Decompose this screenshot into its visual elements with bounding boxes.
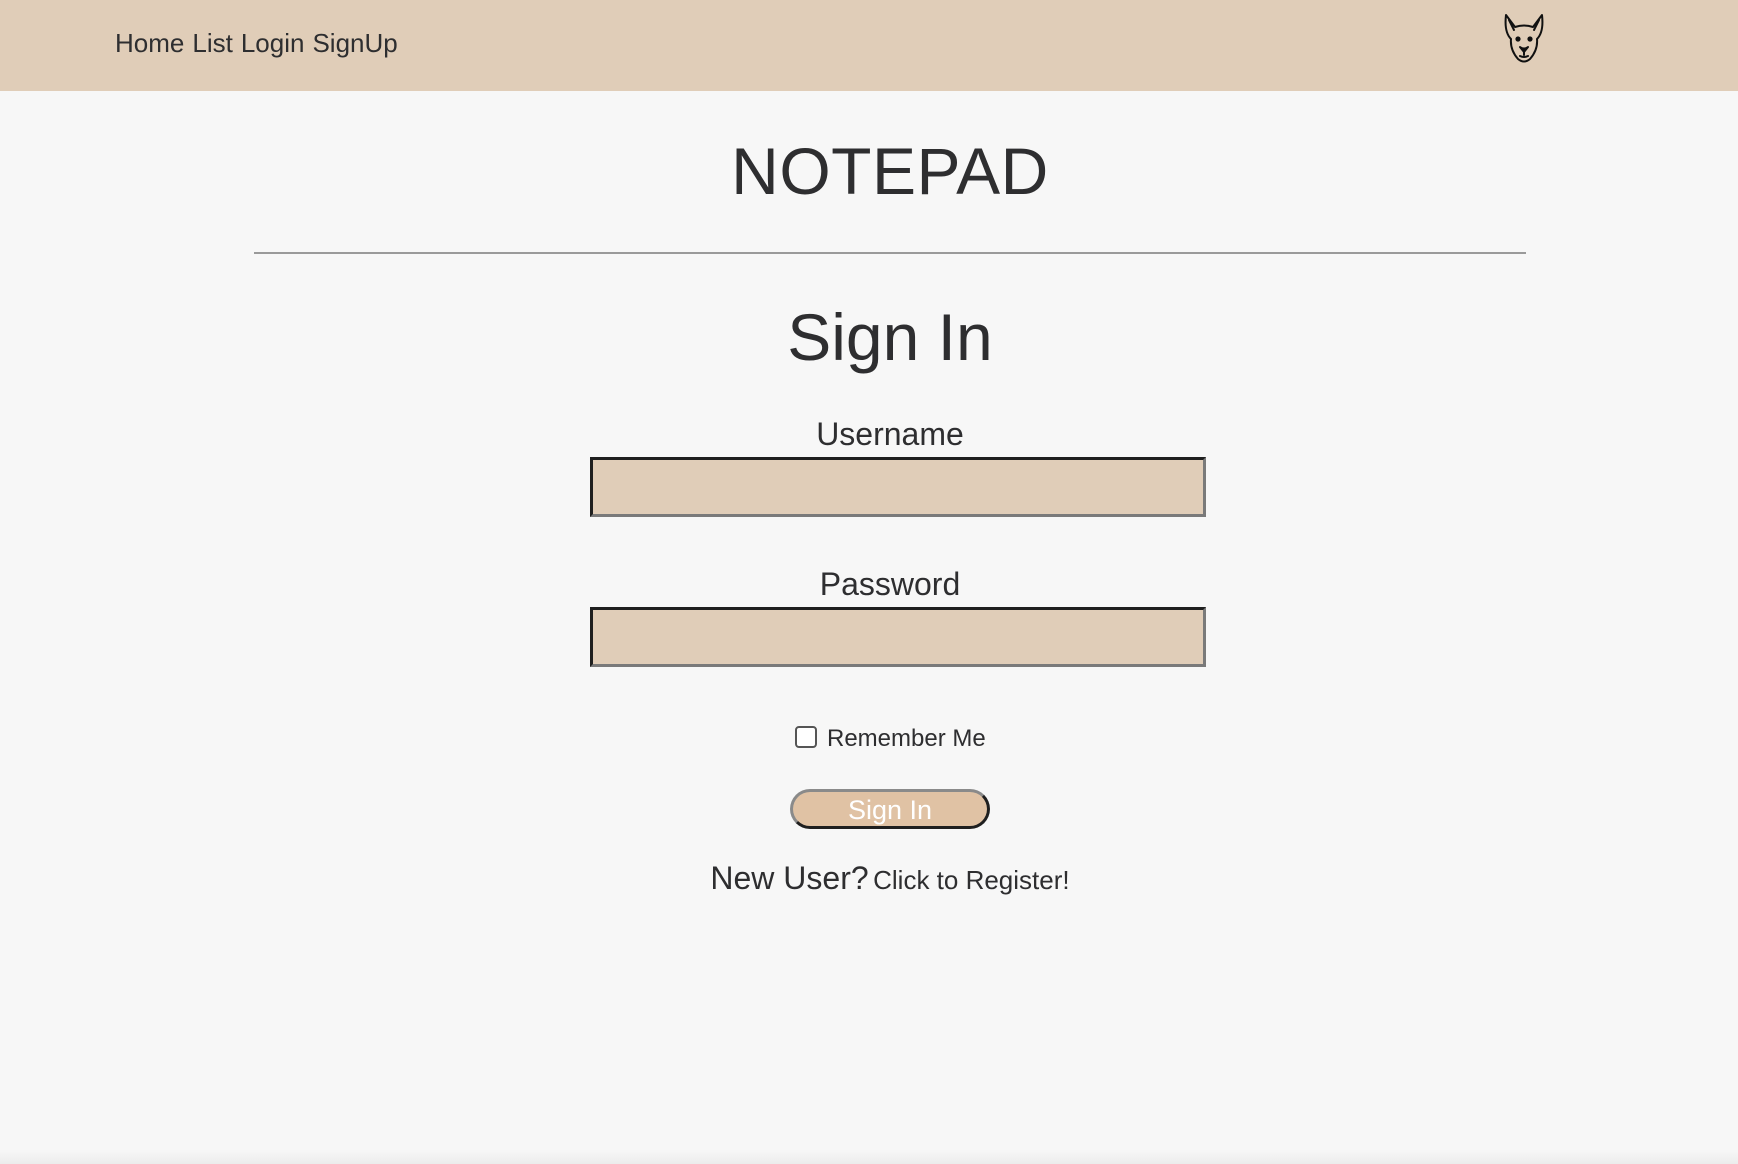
username-input[interactable] (590, 457, 1206, 517)
remember-me-checkbox[interactable] (795, 726, 817, 748)
page-bottom-edge (0, 1150, 1738, 1164)
nav-signup-link[interactable]: SignUp (312, 26, 397, 60)
password-label: Password (819, 566, 961, 602)
password-input[interactable] (590, 607, 1206, 667)
sign-in-heading: Sign In (787, 300, 993, 374)
username-label: Username (816, 416, 964, 452)
register-prompt: New User? Click to Register! (0, 860, 1738, 897)
main-nav: Home List Login SignUp (115, 26, 398, 60)
nav-list-link[interactable]: List (192, 26, 232, 60)
login-page: NOTEPAD Sign In Username Password Rememb… (0, 91, 1738, 1164)
remember-me-label[interactable]: Remember Me (827, 724, 986, 754)
title-divider (254, 252, 1526, 254)
app-title: NOTEPAD (731, 134, 1049, 208)
new-user-text: New User? (710, 860, 869, 896)
dog-face-icon[interactable] (1500, 12, 1548, 66)
nav-home-link[interactable]: Home (115, 26, 184, 60)
remember-me-row: Remember Me (795, 724, 986, 754)
sign-in-button[interactable]: Sign In (790, 789, 990, 829)
register-link[interactable]: Click to Register! (873, 865, 1070, 895)
top-navbar: Home List Login SignUp (0, 0, 1738, 91)
nav-login-link[interactable]: Login (241, 26, 305, 60)
